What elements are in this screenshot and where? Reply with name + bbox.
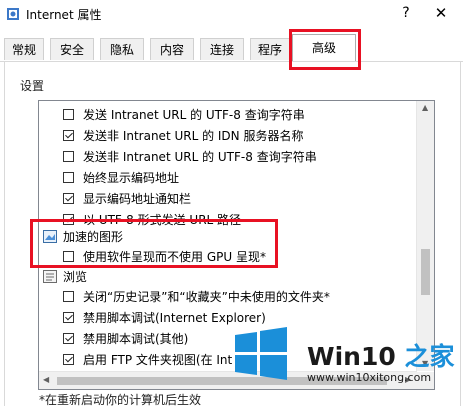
highlight-box-advanced-tab: [289, 29, 361, 70]
setting-row[interactable]: 关闭“历史记录”和“收藏夹”中未使用的文件夹*: [39, 287, 419, 308]
watermark-url: www.win10xitong.com: [307, 371, 432, 384]
setting-row[interactable]: 显示编码地址通知栏: [39, 189, 419, 210]
tab-strip: 常规 安全 隐私 内容 连接 程序 高级: [0, 34, 463, 62]
checkbox[interactable]: [63, 172, 74, 183]
tab-content[interactable]: 内容: [150, 38, 194, 60]
internet-options-icon: [7, 8, 19, 20]
scroll-left-icon[interactable]: ◀: [43, 375, 49, 384]
settings-label: 设置: [20, 79, 45, 93]
setting-label: 禁用脚本调试(其他): [83, 332, 189, 346]
checkbox[interactable]: [63, 109, 74, 120]
title-bar: Internet 属性 ? ✕: [0, 0, 463, 28]
checkbox-checked[interactable]: [63, 354, 74, 365]
scroll-up-icon[interactable]: ▲: [422, 103, 428, 112]
setting-label: 禁用脚本调试(Internet Explorer): [83, 311, 266, 325]
close-button[interactable]: ✕: [428, 3, 454, 23]
watermark-brand-suffix: 之家: [404, 342, 455, 371]
category-row: 浏览: [39, 267, 419, 288]
category-label: 浏览: [63, 270, 88, 284]
setting-label: 发送 Intranet URL 的 UTF-8 查询字符串: [83, 108, 305, 122]
setting-row[interactable]: 发送非 Intranet URL 的 UTF-8 查询字符串: [39, 147, 419, 168]
setting-row[interactable]: 禁用脚本调试(Internet Explorer): [39, 308, 419, 329]
watermark-brand: Win10 之家: [307, 337, 454, 373]
tab-privacy[interactable]: 隐私: [100, 38, 144, 60]
tab-general[interactable]: 常规: [4, 38, 44, 60]
setting-label: 始终显示编码地址: [83, 171, 180, 185]
tab-connections[interactable]: 连接: [200, 38, 244, 60]
browsing-icon: [43, 270, 57, 283]
watermark-brand-prefix: Win10: [307, 342, 405, 371]
window-title: Internet 属性: [26, 8, 102, 22]
restart-note: *在重新启动你的计算机后生效: [39, 393, 202, 407]
setting-label: 显示编码地址通知栏: [83, 192, 192, 206]
setting-row[interactable]: 始终显示编码地址: [39, 168, 419, 189]
checkbox-checked[interactable]: [63, 193, 74, 204]
setting-label: 发送非 Intranet URL 的 IDN 服务器名称: [83, 129, 304, 143]
setting-label: 关闭“历史记录”和“收藏夹”中未使用的文件夹*: [83, 290, 330, 304]
checkbox[interactable]: [63, 291, 74, 302]
setting-row[interactable]: 发送非 Intranet URL 的 IDN 服务器名称: [39, 126, 419, 147]
setting-label: 启用 FTP 文件夹视图(在 Int: [83, 353, 233, 367]
setting-label: 发送非 Intranet URL 的 UTF-8 查询字符串: [83, 150, 317, 164]
setting-row[interactable]: 发送 Intranet URL 的 UTF-8 查询字符串: [39, 105, 419, 126]
vertical-scroll-thumb[interactable]: [421, 249, 430, 295]
tab-programs[interactable]: 程序: [250, 38, 290, 60]
checkbox-checked[interactable]: [63, 130, 74, 141]
help-button[interactable]: ?: [396, 3, 416, 23]
checkbox-checked[interactable]: [63, 312, 74, 323]
checkbox-checked[interactable]: [63, 333, 74, 344]
highlight-box-gpu-setting: [30, 219, 278, 268]
checkbox[interactable]: [63, 151, 74, 162]
windows-logo-icon: [235, 327, 287, 380]
tab-security[interactable]: 安全: [50, 38, 94, 60]
watermark: Win10 之家 www.win10xitong.com: [233, 327, 463, 406]
